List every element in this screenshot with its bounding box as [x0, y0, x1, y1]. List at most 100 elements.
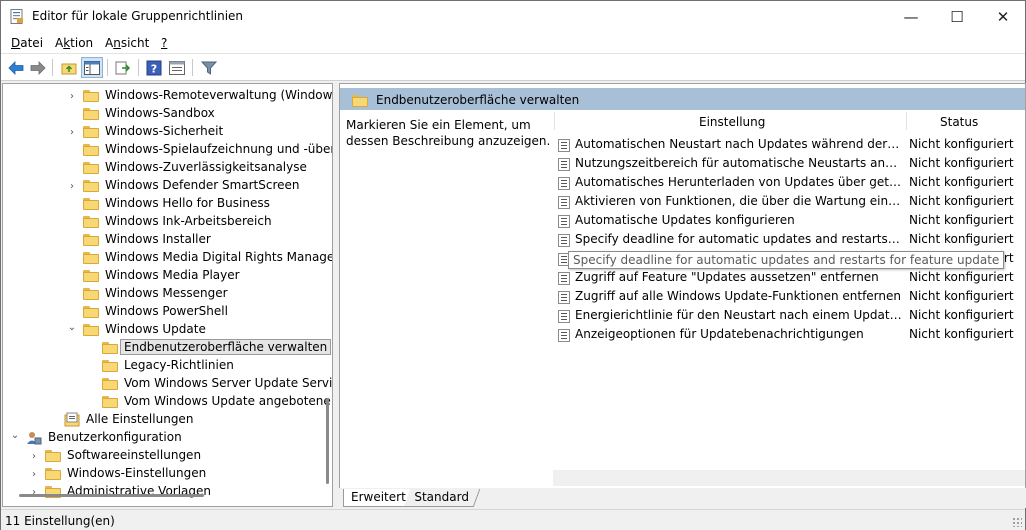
toolbar-separator [107, 59, 108, 76]
tree-item-label: Windows PowerShell [105, 304, 228, 318]
show-hide-tree-icon[interactable] [81, 57, 103, 78]
user-config-icon [27, 432, 42, 445]
setting-name: Zugriff auf alle Windows Update-Funktion… [575, 289, 901, 303]
tree-item[interactable]: › Windows Defender SmartScreen [3, 177, 323, 195]
tree-item[interactable]: Vom Windows Update angebotene U [3, 393, 332, 411]
tree-item[interactable]: Windows-Spielaufzeichnung und -übertr [3, 141, 332, 159]
chevron-down-icon[interactable]: ⌄ [67, 322, 77, 333]
setting-name: Zugriff auf Feature "Updates aussetzen" … [575, 270, 879, 284]
description-text: Markieren Sie ein Element, um dessen Bes… [346, 118, 551, 148]
details-header: Endbenutzeroberfläche verwalten [340, 88, 1025, 110]
tree-item[interactable]: › Windows-Einstellungen [3, 465, 323, 483]
chevron-right-icon[interactable]: › [67, 91, 77, 102]
chevron-down-icon[interactable]: ⌄ [10, 430, 20, 441]
tree-item[interactable]: › Softwareeinstellungen [3, 447, 323, 465]
export-list-icon[interactable] [112, 57, 134, 78]
tree-horizontal-scroll-thumb[interactable] [19, 494, 204, 497]
chevron-right-icon[interactable]: › [29, 451, 39, 462]
minimize-button[interactable]: — [888, 1, 934, 32]
resize-grip-icon[interactable] [1012, 517, 1022, 527]
list-item[interactable]: Automatisches Herunterladen von Updates … [556, 173, 1025, 192]
setting-status: Nicht konfiguriert [909, 308, 1014, 322]
policy-setting-icon [558, 234, 570, 247]
setting-name: Energierichtlinie für den Neustart nach … [575, 308, 903, 322]
tab-standard[interactable]: Standard [403, 489, 480, 507]
policy-setting-icon [558, 139, 570, 152]
tree-item[interactable]: Windows Installer [3, 231, 323, 249]
tab-extended[interactable]: Erweitert [343, 489, 414, 507]
tree-item-label: Windows-Sandbox [105, 106, 215, 120]
back-icon[interactable] [5, 57, 27, 78]
maximize-button[interactable]: ☐ [934, 1, 980, 32]
tree-item[interactable]: Windows Hello for Business [3, 195, 323, 213]
tree-pane[interactable]: › Administrative Vorlagen › Windows-Einstel… [2, 83, 333, 507]
details-header-title: Endbenutzeroberfläche verwalten [376, 93, 580, 107]
column-header-setting[interactable]: Einstellung [699, 115, 765, 129]
menu-help[interactable]: ? [161, 36, 167, 50]
menu-datei[interactable]: Datei [11, 36, 43, 50]
tree-item[interactable]: › Windows-Remoteverwaltung (Windows [3, 87, 332, 105]
tree-item[interactable]: Windows-Sandbox [3, 105, 323, 123]
setting-status: Nicht konfiguriert [909, 289, 1014, 303]
menu-aktion[interactable]: Aktion [55, 36, 93, 50]
tree-item[interactable]: Windows Messenger [3, 285, 323, 303]
tree-vertical-scroll-thumb[interactable] [326, 398, 329, 484]
help-icon[interactable]: ? [143, 57, 165, 78]
setting-name: Nutzungszeitbereich für automatische Neu… [575, 156, 903, 170]
toolbar: ? [1, 54, 1025, 81]
chevron-right-icon[interactable]: › [67, 181, 77, 192]
list-item[interactable]: Aktivieren von Funktionen, die über die … [556, 192, 1025, 211]
tree-item[interactable]: Endbenutzeroberfläche verwalten [3, 339, 332, 357]
tree-item[interactable]: Windows Ink-Arbeitsbereich [3, 213, 323, 231]
tree-item[interactable]: ⌄ Benutzerkonfiguration [3, 429, 323, 447]
tree-item[interactable]: › Administrative Vorlagen [3, 483, 323, 501]
tree-item[interactable]: Windows Media Digital Rights Managem [3, 249, 332, 267]
list-item[interactable]: Automatischen Neustart nach Updates währ… [556, 135, 1025, 154]
forward-icon[interactable] [27, 57, 49, 78]
policy-setting-icon [558, 196, 570, 209]
status-text: 11 Einstellung(en) [5, 514, 115, 528]
column-separator[interactable] [906, 112, 907, 130]
column-header-status[interactable]: Status [940, 115, 978, 129]
tree-item-label: Windows-Einstellungen [67, 466, 207, 480]
folder-icon [83, 215, 99, 228]
folder-icon [102, 395, 118, 408]
tree-item-label: Softwareeinstellungen [67, 448, 202, 462]
chevron-right-icon[interactable]: › [29, 469, 39, 480]
setting-name: Aktivieren von Funktionen, die über die … [575, 194, 903, 208]
setting-name: Specify deadline for automatic updates a… [575, 232, 903, 246]
tree-item[interactable]: › Windows-Sicherheit [3, 123, 323, 141]
tree-item[interactable]: Windows-Zuverlässigkeitsanalyse [3, 159, 323, 177]
folder-icon [83, 161, 99, 174]
chevron-right-icon[interactable]: › [67, 127, 77, 138]
tree-item[interactable]: Windows Media Player [3, 267, 323, 285]
tree-item-label: Windows Update [105, 322, 206, 336]
list-item[interactable]: Anzeigeoptionen für Updatebenachrichtigu… [556, 325, 1025, 344]
tree-item[interactable]: Vom Windows Server Update Service [3, 375, 332, 393]
tree-item[interactable]: Alle Einstellungen [3, 411, 323, 429]
up-folder-icon[interactable] [58, 57, 80, 78]
properties-icon[interactable] [166, 57, 188, 78]
setting-status: Nicht konfiguriert [909, 327, 1014, 341]
list-item[interactable]: Zugriff auf Feature "Updates aussetzen" … [556, 268, 1025, 287]
menu-ansicht[interactable]: Ansicht [105, 36, 149, 50]
list-item[interactable]: Specify deadline for automatic updates a… [556, 230, 1025, 249]
list-item[interactable]: Zugriff auf alle Windows Update-Funktion… [556, 287, 1025, 306]
list-item[interactable]: Nutzungszeitbereich für automatische Neu… [556, 154, 1025, 173]
filter-icon[interactable] [198, 57, 220, 78]
list-item[interactable]: Energierichtlinie für den Neustart nach … [556, 306, 1025, 325]
tree-item-label: Windows Installer [105, 232, 211, 246]
list-item[interactable]: Automatische Updates konfigurieren Nicht … [556, 211, 1025, 230]
folder-icon [83, 179, 99, 192]
tree-item-label: Legacy-Richtlinien [124, 358, 234, 372]
tree-item[interactable]: ⌄ Windows Update [3, 321, 323, 339]
tree-item-label: Endbenutzeroberfläche verwalten [119, 339, 332, 355]
tree-item-label: Windows Media Player [105, 268, 240, 282]
close-button[interactable]: ✕ [980, 1, 1026, 32]
folder-icon [45, 467, 61, 480]
list-horizontal-scroll-area[interactable] [553, 470, 1025, 486]
setting-status: Nicht konfiguriert [909, 156, 1014, 170]
tree-item[interactable]: Legacy-Richtlinien [3, 357, 323, 375]
folder-icon [83, 251, 99, 264]
tree-item[interactable]: Windows PowerShell [3, 303, 323, 321]
